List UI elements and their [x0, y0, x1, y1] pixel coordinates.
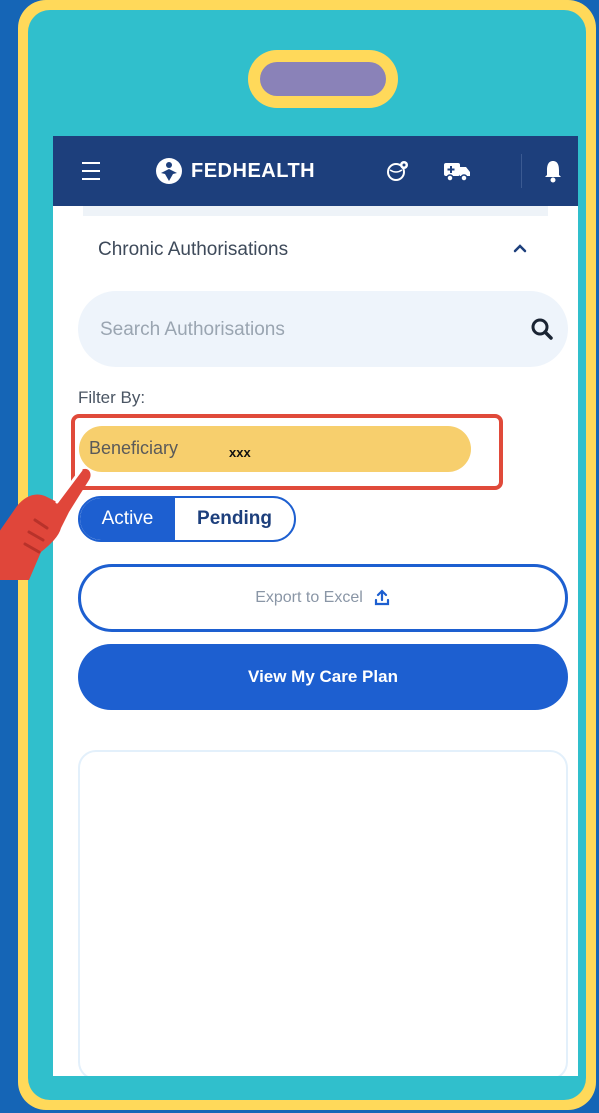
phone-speaker [248, 50, 398, 108]
globe-location-icon[interactable] [378, 136, 418, 206]
ambulance-icon[interactable] [435, 136, 479, 206]
brand-name: FEDHEALTH [191, 159, 316, 182]
export-to-excel-button[interactable]: Export to Excel [78, 564, 568, 632]
authorisations-list-card [78, 750, 568, 1076]
pointing-hand-icon [0, 468, 91, 580]
top-navbar: FEDHEALTH [53, 136, 578, 206]
search-bar[interactable] [78, 291, 568, 367]
export-label: Export to Excel [255, 589, 363, 606]
phone-body: FEDHEALTH Chronic Authorisations Search … [28, 10, 586, 1100]
phone-frame: FEDHEALTH Chronic Authorisations Search … [18, 0, 596, 1110]
search-input[interactable] [98, 311, 502, 349]
app-screen: FEDHEALTH Chronic Authorisations Search … [53, 136, 578, 1076]
toggle-pending[interactable]: Pending [175, 498, 294, 540]
view-care-plan-button[interactable]: View My Care Plan [78, 644, 568, 710]
phone-speaker-grille [260, 62, 386, 96]
fedhealth-logo-icon [156, 158, 182, 184]
filter-by-label: Filter By: [78, 388, 146, 407]
upload-icon [374, 589, 389, 606]
nav-divider [521, 154, 522, 188]
brand-logo[interactable]: FEDHEALTH [153, 136, 353, 206]
highlight-annotation-box [71, 414, 503, 490]
status-toggle: Active Pending [78, 496, 296, 542]
navbar-shadow [83, 206, 548, 216]
section-title[interactable]: Chronic Authorisations [98, 239, 288, 261]
search-icon[interactable] [528, 315, 556, 343]
notification-bell-icon[interactable] [533, 136, 573, 206]
hamburger-menu-icon[interactable] [73, 136, 109, 206]
chevron-up-icon[interactable] [508, 236, 532, 260]
